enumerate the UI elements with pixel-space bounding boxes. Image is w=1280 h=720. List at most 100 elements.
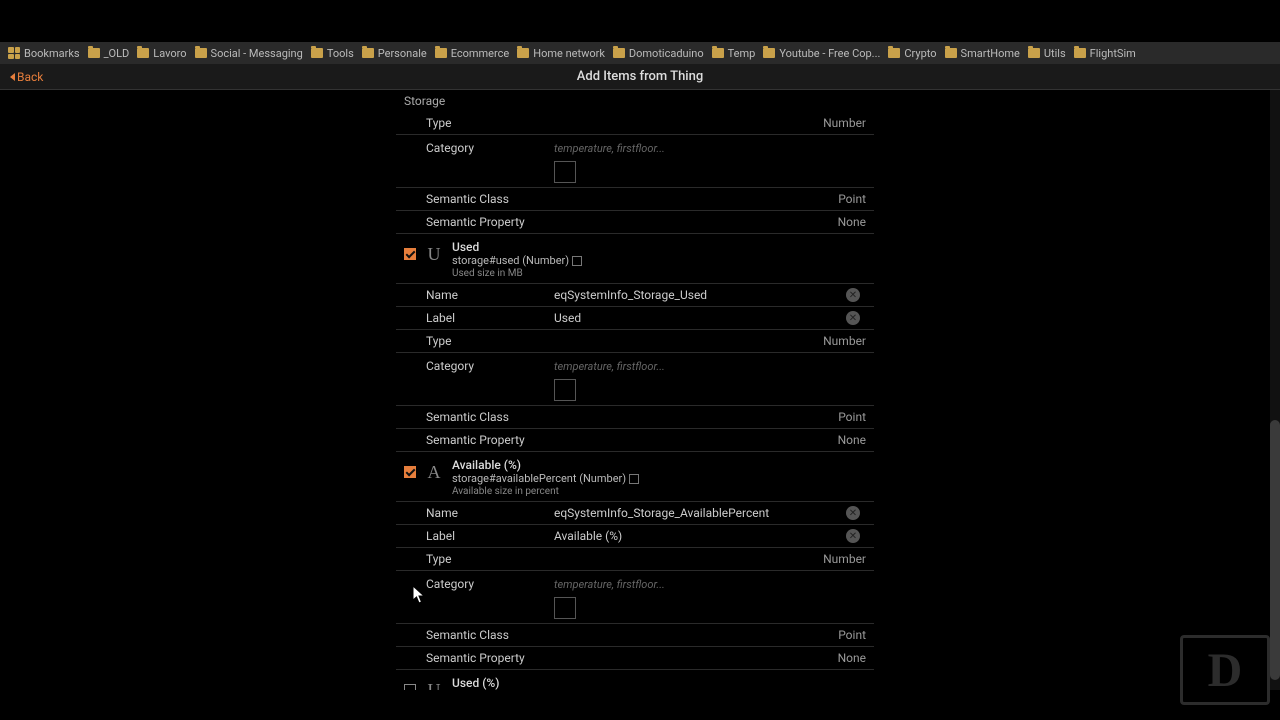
channel-text: Used (%)storage#usedPercent (Number)Used… <box>452 676 866 690</box>
bookmark-label: Utils <box>1044 47 1066 60</box>
semantic-class-value: Point <box>554 410 866 424</box>
bookmark-label: Bookmarks <box>24 47 80 60</box>
type-label: Type <box>404 334 554 348</box>
field-semantic-property[interactable]: Semantic Property None <box>396 211 874 234</box>
copy-icon[interactable] <box>629 474 639 484</box>
bookmark-item[interactable]: Utils <box>1028 47 1066 60</box>
field-semantic-class[interactable]: Semantic Class Point <box>396 188 874 211</box>
type-value: Number <box>554 116 866 130</box>
folder-icon <box>763 48 775 58</box>
bookmark-item[interactable]: Lavoro <box>137 47 186 60</box>
channel-description: Used size in MB <box>452 268 866 279</box>
semantic-class-label: Semantic Class <box>404 192 554 206</box>
folder-icon <box>712 48 724 58</box>
field-semantic-property[interactable]: Semantic PropertyNone <box>396 429 874 452</box>
field-semantic-property[interactable]: Semantic PropertyNone <box>396 647 874 670</box>
field-type[interactable]: TypeNumber <box>396 330 874 353</box>
channel-checkbox[interactable] <box>404 248 416 260</box>
folder-icon <box>1028 48 1040 58</box>
folder-icon <box>517 48 529 58</box>
channel-checkbox[interactable] <box>404 466 416 478</box>
bookmark-label: SmartHome <box>961 47 1020 60</box>
bookmark-label: Domoticaduino <box>629 47 704 60</box>
watermark-letter: D <box>1208 643 1243 698</box>
bookmark-label: Home network <box>533 47 605 60</box>
clear-icon[interactable]: ✕ <box>846 311 860 325</box>
category-label: Category <box>404 577 554 591</box>
field-type[interactable]: Type Number <box>396 112 874 135</box>
content-panel: Storage Type Number Category temperature… <box>396 90 874 690</box>
bookmark-label: Personale <box>378 47 427 60</box>
label-label: Label <box>404 529 554 543</box>
field-label[interactable]: LabelAvailable (%)✕ <box>396 525 874 548</box>
bookmark-label: FlightSim <box>1090 47 1136 60</box>
bookmarks-bar: Bookmarks _OLD Lavoro Social - Messaging Too… <box>0 42 1280 64</box>
semantic-property-label: Semantic Property <box>404 215 554 229</box>
semantic-class-label: Semantic Class <box>404 628 554 642</box>
field-category[interactable]: Categorytemperature, firstfloor... <box>396 353 874 406</box>
field-semantic-class[interactable]: Semantic ClassPoint <box>396 624 874 647</box>
category-placeholder: temperature, firstfloor... <box>554 142 665 155</box>
channel-row[interactable]: UUsed (%)storage#usedPercent (Number)Use… <box>396 670 874 690</box>
bookmark-item[interactable]: Home network <box>517 47 605 60</box>
category-label: Category <box>404 359 554 373</box>
field-category[interactable]: Category temperature, firstfloor... <box>396 135 874 188</box>
semantic-class-label: Semantic Class <box>404 410 554 424</box>
field-name[interactable]: NameeqSystemInfo_Storage_AvailablePercen… <box>396 502 874 525</box>
page-title: Add Items from Thing <box>577 69 703 84</box>
name-label: Name <box>404 506 554 520</box>
bookmark-label: Ecommerce <box>451 47 510 60</box>
field-category[interactable]: Categorytemperature, firstfloor... <box>396 571 874 624</box>
semantic-class-value: Point <box>554 192 866 206</box>
name-input[interactable]: eqSystemInfo_Storage_AvailablePercent <box>554 506 846 520</box>
field-semantic-class[interactable]: Semantic ClassPoint <box>396 406 874 429</box>
scrollbar-track[interactable] <box>1270 90 1280 690</box>
bookmark-item[interactable]: Ecommerce <box>435 47 510 60</box>
copy-icon[interactable] <box>572 256 582 266</box>
type-label: Type <box>404 116 554 130</box>
category-placeholder: temperature, firstfloor... <box>554 578 665 591</box>
semantic-property-label: Semantic Property <box>404 651 554 665</box>
type-label: Type <box>404 552 554 566</box>
channel-row[interactable]: AAvailable (%)storage#availablePercent (… <box>396 452 874 502</box>
bookmark-item[interactable]: Personale <box>362 47 427 60</box>
clear-icon[interactable]: ✕ <box>846 506 860 520</box>
category-picker[interactable] <box>554 379 576 401</box>
bookmark-item[interactable]: Tools <box>311 47 354 60</box>
folder-icon <box>137 48 149 58</box>
bookmark-item[interactable]: Temp <box>712 47 756 60</box>
bookmark-item[interactable]: Domoticaduino <box>613 47 704 60</box>
header-bar: Back Add Items from Thing <box>0 64 1280 90</box>
bookmark-item[interactable]: Social - Messaging <box>195 47 303 60</box>
field-type[interactable]: TypeNumber <box>396 548 874 571</box>
scrollbar-thumb[interactable] <box>1270 420 1280 680</box>
label-input[interactable]: Used <box>554 311 846 325</box>
channel-text: Usedstorage#used (Number)Used size in MB <box>452 240 866 279</box>
back-label: Back <box>17 70 43 84</box>
folder-icon <box>88 48 100 58</box>
bookmark-item[interactable]: FlightSim <box>1074 47 1136 60</box>
bookmark-label: _OLD <box>104 47 130 60</box>
field-name[interactable]: NameeqSystemInfo_Storage_Used✕ <box>396 284 874 307</box>
clear-icon[interactable]: ✕ <box>846 529 860 543</box>
category-picker[interactable] <box>554 161 576 183</box>
channel-description: Available size in percent <box>452 486 866 497</box>
label-label: Label <box>404 311 554 325</box>
folder-icon <box>945 48 957 58</box>
field-label[interactable]: LabelUsed✕ <box>396 307 874 330</box>
bookmark-item[interactable]: Bookmarks <box>8 47 80 60</box>
clear-icon[interactable]: ✕ <box>846 288 860 302</box>
chevron-left-icon <box>10 73 15 81</box>
channel-checkbox[interactable] <box>404 684 416 690</box>
bookmark-item[interactable]: Youtube - Free Cop... <box>763 47 880 60</box>
bookmark-item[interactable]: _OLD <box>88 47 130 60</box>
bookmark-item[interactable]: SmartHome <box>945 47 1020 60</box>
category-picker[interactable] <box>554 597 576 619</box>
back-button[interactable]: Back <box>10 70 43 84</box>
name-input[interactable]: eqSystemInfo_Storage_Used <box>554 288 846 302</box>
channel-row[interactable]: UUsedstorage#used (Number)Used size in M… <box>396 234 874 284</box>
bookmark-label: Temp <box>728 47 756 60</box>
bookmark-item[interactable]: Crypto <box>888 47 936 60</box>
label-input[interactable]: Available (%) <box>554 529 846 543</box>
folder-icon <box>888 48 900 58</box>
